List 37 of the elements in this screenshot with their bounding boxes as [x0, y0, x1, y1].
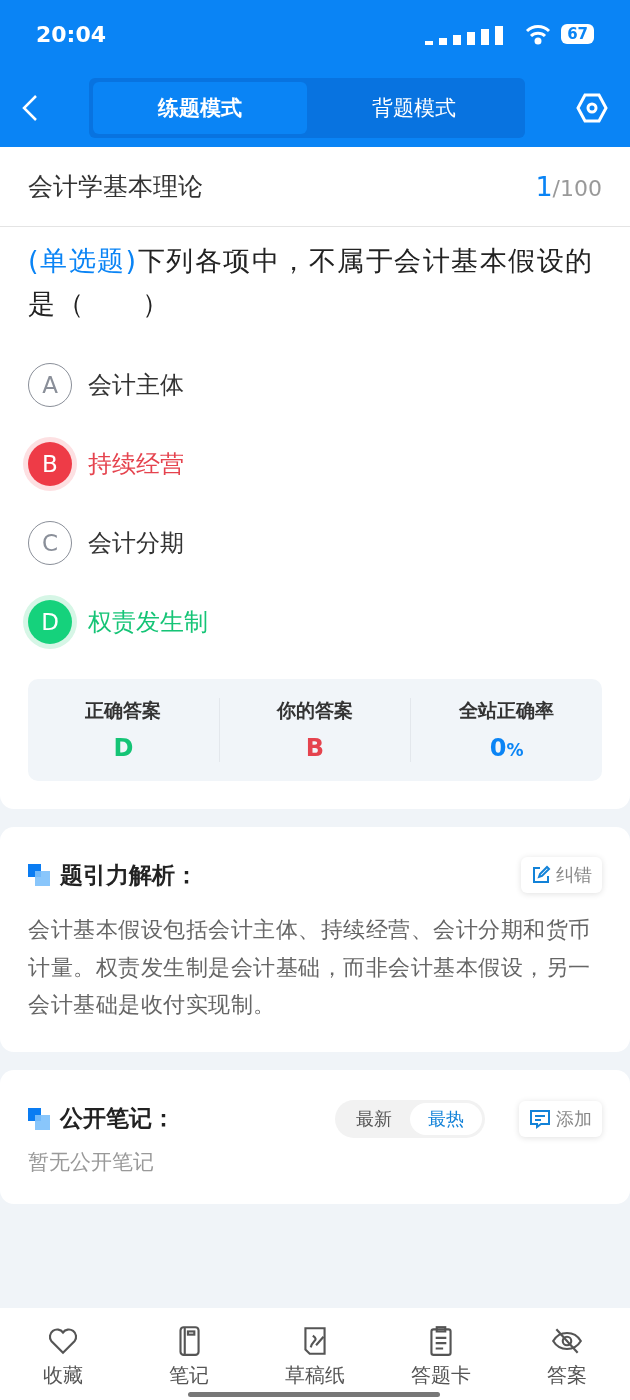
sort-option[interactable]: 最热 — [410, 1102, 482, 1135]
edit-icon — [531, 865, 551, 886]
section-title: 题引力解析： — [60, 860, 198, 890]
squares-icon — [28, 1107, 50, 1130]
mode-tab[interactable]: 练题模式 — [93, 81, 307, 134]
back-icon[interactable] — [22, 93, 38, 122]
squares-icon — [28, 864, 50, 887]
toolbar-item[interactable]: 草稿纸 — [252, 1308, 378, 1400]
stat-value: 0% — [489, 734, 524, 763]
stat-value: D — [113, 734, 134, 763]
sort-option[interactable]: 最新 — [338, 1102, 410, 1135]
settings-icon[interactable] — [576, 92, 608, 123]
stat-label: 全站正确率 — [459, 698, 555, 724]
toolbar-item[interactable]: 答题卡 — [378, 1308, 504, 1400]
empty-notes-text: 暂无公开笔记 — [28, 1148, 155, 1176]
option-text[interactable]: 持续经营 — [88, 447, 184, 480]
comment-icon — [529, 1108, 551, 1129]
report-error-button[interactable]: 纠错 — [521, 857, 602, 894]
stat-value: B — [305, 734, 325, 763]
section-title: 公开笔记： — [60, 1104, 175, 1134]
toolbar-item[interactable]: 笔记 — [126, 1308, 252, 1400]
option-text[interactable]: 会计分期 — [88, 526, 184, 559]
option-text[interactable]: 会计主体 — [88, 368, 184, 401]
question-counter: 1/100 — [535, 171, 602, 202]
analysis-text: 会计基本假设包括会计主体、持续经营、会计分期和货币计量。权责发生制是会计基础，而非会计基本假设，另一会计基础是收付实现制。 — [28, 916, 592, 1020]
question-text: (单选题)下列各项中，不属于会计基本假设的是（ ） — [28, 244, 595, 322]
toolbar-item[interactable]: 收藏 — [0, 1308, 126, 1400]
toolbar-item[interactable]: 答案 — [504, 1308, 630, 1400]
option-text[interactable]: 权责发生制 — [88, 605, 208, 638]
status-time: 20:04 — [36, 21, 107, 47]
battery-level: 67 — [561, 24, 594, 44]
stat-label: 正确答案 — [85, 698, 162, 724]
add-note-button[interactable]: 添加 — [519, 1100, 602, 1137]
category-title: 会计学基本理论 — [28, 171, 203, 203]
stat-label: 你的答案 — [277, 698, 353, 724]
mode-tab[interactable]: 背题模式 — [307, 81, 521, 134]
wifi-icon — [525, 23, 552, 45]
